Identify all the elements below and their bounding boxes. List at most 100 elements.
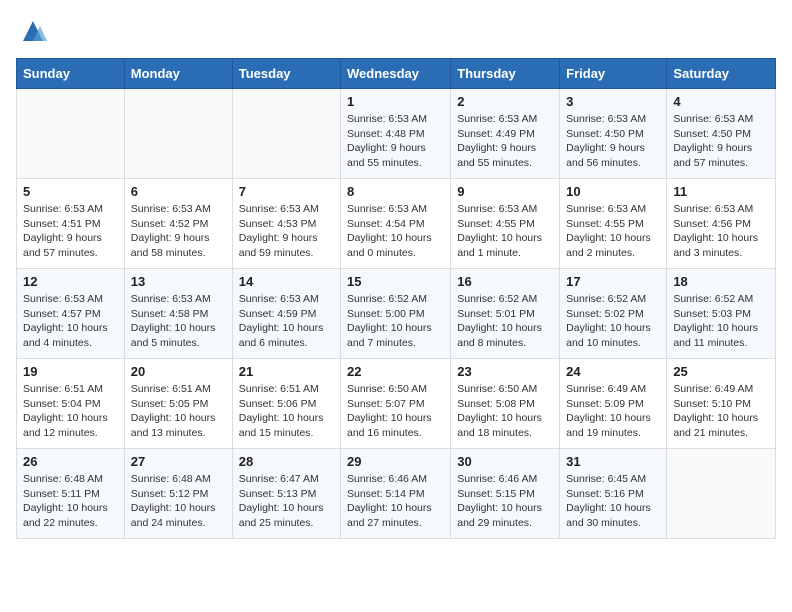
calendar-cell: 28 Sunrise: 6:47 AM Sunset: 5:13 PM Dayli… — [232, 449, 340, 539]
header-monday: Monday — [124, 59, 232, 89]
cell-content: Sunrise: 6:53 AM Sunset: 4:56 PM Dayligh… — [673, 202, 769, 261]
day-number: 18 — [673, 274, 769, 289]
calendar-cell: 8 Sunrise: 6:53 AM Sunset: 4:54 PM Daylig… — [341, 179, 451, 269]
cell-content: Sunrise: 6:53 AM Sunset: 4:53 PM Dayligh… — [239, 202, 334, 261]
cell-content: Sunrise: 6:53 AM Sunset: 4:58 PM Dayligh… — [131, 292, 226, 351]
calendar-cell: 17 Sunrise: 6:52 AM Sunset: 5:02 PM Dayli… — [560, 269, 667, 359]
day-number: 4 — [673, 94, 769, 109]
cell-content: Sunrise: 6:52 AM Sunset: 5:02 PM Dayligh… — [566, 292, 660, 351]
calendar-cell: 11 Sunrise: 6:53 AM Sunset: 4:56 PM Dayli… — [667, 179, 776, 269]
calendar-cell: 29 Sunrise: 6:46 AM Sunset: 5:14 PM Dayli… — [341, 449, 451, 539]
cell-content: Sunrise: 6:50 AM Sunset: 5:07 PM Dayligh… — [347, 382, 444, 441]
cell-content: Sunrise: 6:51 AM Sunset: 5:06 PM Dayligh… — [239, 382, 334, 441]
calendar-week-row: 1 Sunrise: 6:53 AM Sunset: 4:48 PM Daylig… — [17, 89, 776, 179]
day-number: 22 — [347, 364, 444, 379]
header-tuesday: Tuesday — [232, 59, 340, 89]
calendar-cell: 24 Sunrise: 6:49 AM Sunset: 5:09 PM Dayli… — [560, 359, 667, 449]
calendar-cell: 23 Sunrise: 6:50 AM Sunset: 5:08 PM Dayli… — [451, 359, 560, 449]
header-wednesday: Wednesday — [341, 59, 451, 89]
cell-content: Sunrise: 6:53 AM Sunset: 4:59 PM Dayligh… — [239, 292, 334, 351]
day-number: 23 — [457, 364, 553, 379]
calendar-cell: 16 Sunrise: 6:52 AM Sunset: 5:01 PM Dayli… — [451, 269, 560, 359]
logo — [16, 16, 48, 46]
cell-content: Sunrise: 6:51 AM Sunset: 5:04 PM Dayligh… — [23, 382, 118, 441]
calendar-cell: 30 Sunrise: 6:46 AM Sunset: 5:15 PM Dayli… — [451, 449, 560, 539]
day-number: 12 — [23, 274, 118, 289]
cell-content: Sunrise: 6:52 AM Sunset: 5:01 PM Dayligh… — [457, 292, 553, 351]
day-number: 7 — [239, 184, 334, 199]
cell-content: Sunrise: 6:51 AM Sunset: 5:05 PM Dayligh… — [131, 382, 226, 441]
day-number: 30 — [457, 454, 553, 469]
day-number: 31 — [566, 454, 660, 469]
cell-content: Sunrise: 6:46 AM Sunset: 5:14 PM Dayligh… — [347, 472, 444, 531]
cell-content: Sunrise: 6:49 AM Sunset: 5:09 PM Dayligh… — [566, 382, 660, 441]
cell-content: Sunrise: 6:53 AM Sunset: 4:48 PM Dayligh… — [347, 112, 444, 171]
calendar-cell: 22 Sunrise: 6:50 AM Sunset: 5:07 PM Dayli… — [341, 359, 451, 449]
day-number: 13 — [131, 274, 226, 289]
day-number: 3 — [566, 94, 660, 109]
calendar-week-row: 12 Sunrise: 6:53 AM Sunset: 4:57 PM Dayli… — [17, 269, 776, 359]
day-number: 6 — [131, 184, 226, 199]
day-number: 24 — [566, 364, 660, 379]
day-number: 20 — [131, 364, 226, 379]
header-friday: Friday — [560, 59, 667, 89]
cell-content: Sunrise: 6:53 AM Sunset: 4:55 PM Dayligh… — [566, 202, 660, 261]
cell-content: Sunrise: 6:46 AM Sunset: 5:15 PM Dayligh… — [457, 472, 553, 531]
calendar-cell: 20 Sunrise: 6:51 AM Sunset: 5:05 PM Dayli… — [124, 359, 232, 449]
day-number: 15 — [347, 274, 444, 289]
header-thursday: Thursday — [451, 59, 560, 89]
calendar-cell: 18Sunrise: 6:52 AM Sunset: 5:03 PM Dayli… — [667, 269, 776, 359]
calendar-cell: 1 Sunrise: 6:53 AM Sunset: 4:48 PM Daylig… — [341, 89, 451, 179]
calendar-cell: 4 Sunrise: 6:53 AM Sunset: 4:50 PM Daylig… — [667, 89, 776, 179]
cell-content: Sunrise: 6:52 AM Sunset: 5:00 PM Dayligh… — [347, 292, 444, 351]
day-number: 10 — [566, 184, 660, 199]
calendar-cell: 26 Sunrise: 6:48 AM Sunset: 5:11 PM Dayli… — [17, 449, 125, 539]
cell-content: Sunrise: 6:53 AM Sunset: 4:52 PM Dayligh… — [131, 202, 226, 261]
day-number: 1 — [347, 94, 444, 109]
calendar-cell: 13 Sunrise: 6:53 AM Sunset: 4:58 PM Dayli… — [124, 269, 232, 359]
calendar-cell: 12 Sunrise: 6:53 AM Sunset: 4:57 PM Dayli… — [17, 269, 125, 359]
cell-content: Sunrise: 6:53 AM Sunset: 4:50 PM Dayligh… — [673, 112, 769, 171]
calendar-cell: 6 Sunrise: 6:53 AM Sunset: 4:52 PM Daylig… — [124, 179, 232, 269]
calendar-cell — [667, 449, 776, 539]
day-number: 19 — [23, 364, 118, 379]
calendar-cell: 3Sunrise: 6:53 AM Sunset: 4:50 PM Daylig… — [560, 89, 667, 179]
day-number: 21 — [239, 364, 334, 379]
day-number: 2 — [457, 94, 553, 109]
calendar-cell — [17, 89, 125, 179]
calendar-cell: 10 Sunrise: 6:53 AM Sunset: 4:55 PM Dayli… — [560, 179, 667, 269]
calendar-week-row: 5 Sunrise: 6:53 AM Sunset: 4:51 PM Daylig… — [17, 179, 776, 269]
day-number: 9 — [457, 184, 553, 199]
day-number: 26 — [23, 454, 118, 469]
cell-content: Sunrise: 6:48 AM Sunset: 5:11 PM Dayligh… — [23, 472, 118, 531]
calendar-cell: 19 Sunrise: 6:51 AM Sunset: 5:04 PM Dayli… — [17, 359, 125, 449]
calendar-cell: 2 Sunrise: 6:53 AM Sunset: 4:49 PM Daylig… — [451, 89, 560, 179]
day-number: 29 — [347, 454, 444, 469]
cell-content: Sunrise: 6:47 AM Sunset: 5:13 PM Dayligh… — [239, 472, 334, 531]
day-number: 5 — [23, 184, 118, 199]
day-number: 28 — [239, 454, 334, 469]
calendar-cell: 21 Sunrise: 6:51 AM Sunset: 5:06 PM Dayli… — [232, 359, 340, 449]
cell-content: Sunrise: 6:48 AM Sunset: 5:12 PM Dayligh… — [131, 472, 226, 531]
day-number: 25 — [673, 364, 769, 379]
cell-content: Sunrise: 6:53 AM Sunset: 4:57 PM Dayligh… — [23, 292, 118, 351]
cell-content: Sunrise: 6:53 AM Sunset: 4:54 PM Dayligh… — [347, 202, 444, 261]
calendar-header-row: SundayMondayTuesdayWednesdayThursdayFrid… — [17, 59, 776, 89]
cell-content: Sunrise: 6:53 AM Sunset: 4:49 PM Dayligh… — [457, 112, 553, 171]
header-saturday: Saturday — [667, 59, 776, 89]
day-number: 14 — [239, 274, 334, 289]
calendar-cell: 14 Sunrise: 6:53 AM Sunset: 4:59 PM Dayli… — [232, 269, 340, 359]
calendar-cell — [232, 89, 340, 179]
cell-content: Sunrise: 6:49 AM Sunset: 5:10 PM Dayligh… — [673, 382, 769, 441]
day-number: 11 — [673, 184, 769, 199]
cell-content: Sunrise: 6:50 AM Sunset: 5:08 PM Dayligh… — [457, 382, 553, 441]
day-number: 17 — [566, 274, 660, 289]
calendar-cell — [124, 89, 232, 179]
calendar-cell: 5 Sunrise: 6:53 AM Sunset: 4:51 PM Daylig… — [17, 179, 125, 269]
cell-content: Sunrise: 6:45 AM Sunset: 5:16 PM Dayligh… — [566, 472, 660, 531]
cell-content: Sunrise: 6:53 AM Sunset: 4:51 PM Dayligh… — [23, 202, 118, 261]
logo-icon — [18, 16, 48, 46]
day-number: 8 — [347, 184, 444, 199]
day-number: 16 — [457, 274, 553, 289]
calendar-week-row: 26 Sunrise: 6:48 AM Sunset: 5:11 PM Dayli… — [17, 449, 776, 539]
